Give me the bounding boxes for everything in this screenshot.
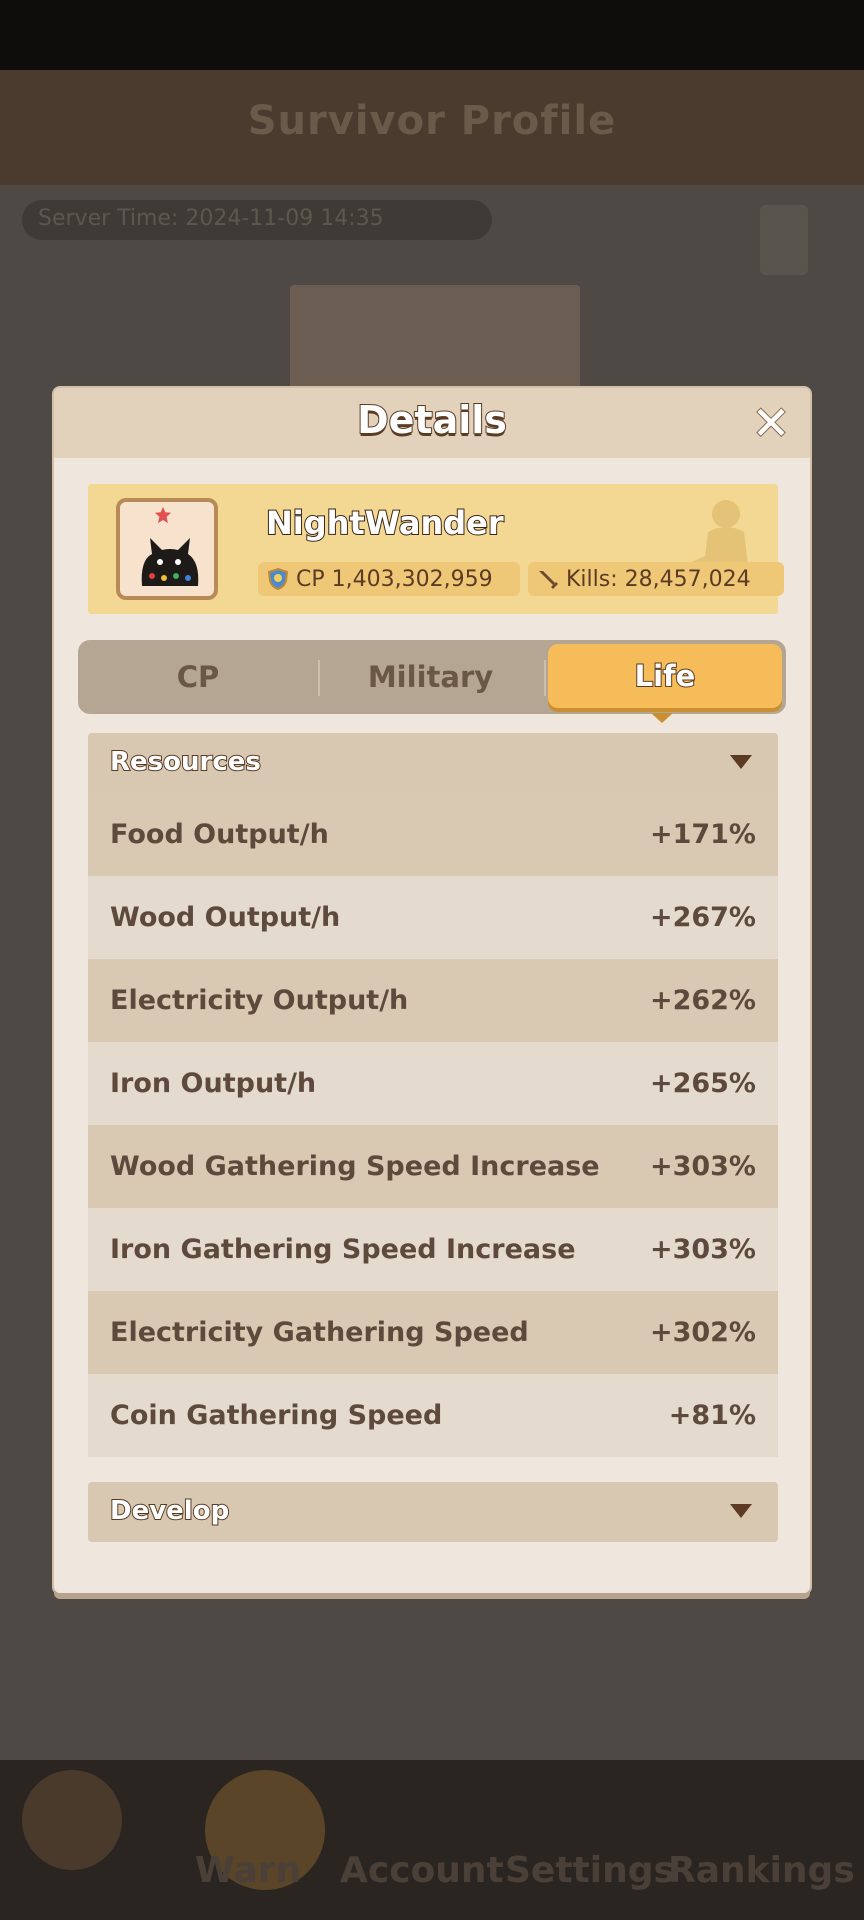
row-label: Wood Gathering Speed Increase: [110, 1151, 600, 1182]
avatar[interactable]: [116, 498, 218, 600]
details-dialog: Details ✕ NightWander CP 1,403,302,959 K…: [54, 388, 810, 1593]
list-item: Iron Gathering Speed Increase +303%: [88, 1208, 778, 1291]
section-header-develop[interactable]: Develop: [88, 1482, 778, 1542]
list-item: Wood Gathering Speed Increase +303%: [88, 1125, 778, 1208]
tab-divider: [544, 660, 546, 696]
nav-label-warn: Warn: [195, 1850, 302, 1891]
status-bar: [0, 0, 864, 70]
background-header-title: Survivor Profile: [247, 98, 617, 144]
list-item: Electricity Gathering Speed +302%: [88, 1291, 778, 1374]
row-value: +303%: [649, 1151, 756, 1182]
list-item: Coin Gathering Speed +81%: [88, 1374, 778, 1457]
kills-label: Kills:: [566, 566, 618, 592]
row-label: Electricity Gathering Speed: [110, 1317, 529, 1348]
close-icon[interactable]: ✕: [748, 399, 794, 447]
background-card: [290, 285, 580, 395]
shield-icon: [267, 567, 289, 591]
kills-badge: Kills: 28,457,024: [528, 562, 784, 596]
resources-list: Food Output/h +171% Wood Output/h +267% …: [88, 793, 778, 1457]
cp-badge: CP 1,403,302,959: [258, 562, 520, 596]
row-label: Iron Output/h: [110, 1068, 317, 1099]
kills-value: 28,457,024: [624, 566, 751, 592]
section-title-resources: Resources: [109, 746, 262, 778]
caret-down-icon: [730, 1504, 752, 1518]
profile-banner: NightWander CP 1,403,302,959 Kills: 28,4…: [88, 484, 784, 614]
row-label: Iron Gathering Speed Increase: [110, 1234, 576, 1265]
tab-cp[interactable]: CP: [78, 640, 318, 714]
section-title-develop: Develop: [109, 1495, 230, 1527]
row-label: Electricity Output/h: [110, 985, 409, 1016]
list-item: Electricity Output/h +262%: [88, 959, 778, 1042]
tab-life[interactable]: Life: [548, 644, 782, 708]
row-value: +171%: [649, 819, 756, 850]
dialog-title: Details: [356, 397, 508, 443]
nav-avatar-icon: [22, 1770, 122, 1870]
row-value: +303%: [649, 1234, 756, 1265]
star-icon: [154, 506, 172, 524]
row-value: +302%: [649, 1317, 756, 1348]
background-time-text: Server Time: 2024-11-09 14:35: [38, 206, 384, 231]
tab-military[interactable]: Military: [318, 640, 543, 714]
cp-label: CP: [296, 566, 325, 592]
row-label: Wood Output/h: [110, 902, 341, 933]
tab-bar: CP Military Life: [78, 640, 786, 714]
row-value: +265%: [649, 1068, 756, 1099]
active-tab-pointer: [651, 713, 673, 723]
list-item: Food Output/h +171%: [88, 793, 778, 876]
nav-label-settings: Settings: [505, 1850, 675, 1891]
nav-label-rankings: Rankings: [668, 1850, 855, 1891]
cp-value: 1,403,302,959: [331, 566, 493, 592]
row-value: +81%: [668, 1400, 756, 1431]
row-label: Food Output/h: [110, 819, 329, 850]
background-trash-icon: [760, 205, 808, 275]
sword-icon: [539, 571, 558, 589]
row-value: +262%: [649, 985, 756, 1016]
list-item: Wood Output/h +267%: [88, 876, 778, 959]
bottom-nav: [0, 1760, 864, 1920]
username: NightWander: [265, 503, 505, 543]
row-value: +267%: [649, 902, 756, 933]
caret-down-icon: [730, 755, 752, 769]
nav-label-account: Account: [340, 1850, 504, 1891]
row-label: Coin Gathering Speed: [110, 1400, 443, 1431]
list-item: Iron Output/h +265%: [88, 1042, 778, 1125]
cat-avatar-icon: [141, 538, 199, 586]
section-header-resources[interactable]: Resources: [88, 733, 778, 793]
